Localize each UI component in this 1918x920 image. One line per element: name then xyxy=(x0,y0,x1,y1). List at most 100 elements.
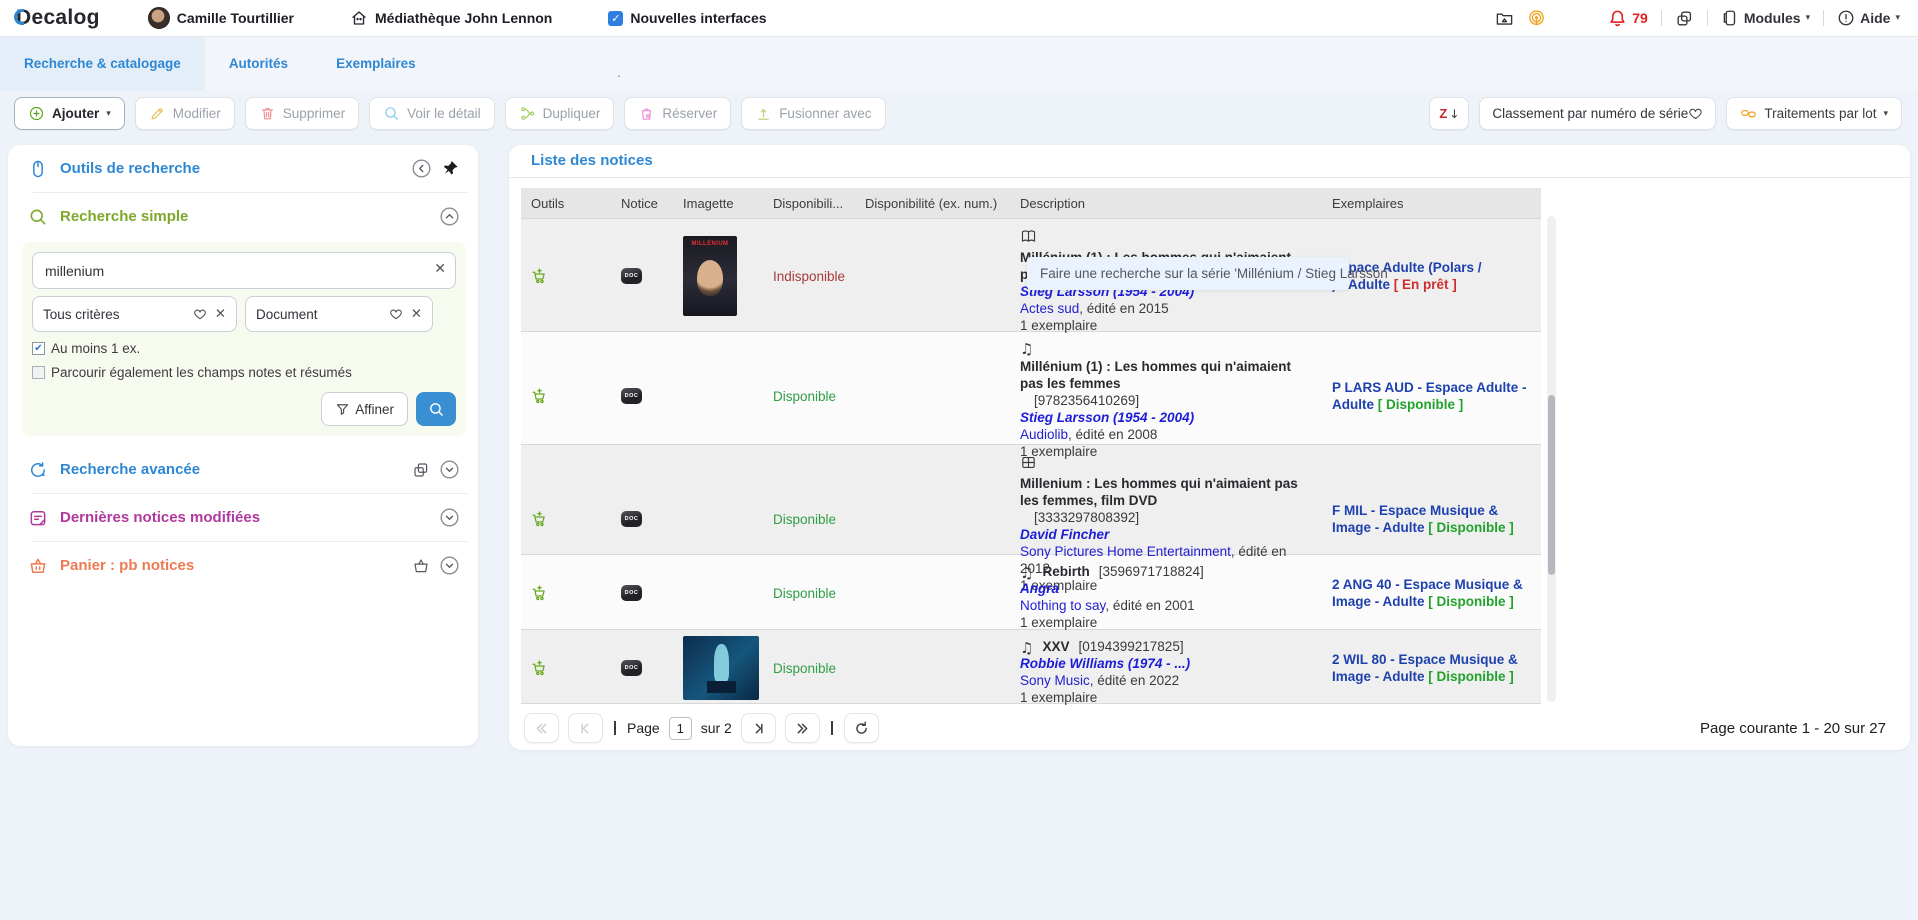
classement-dropdown[interactable]: Classement par numéro de série xyxy=(1479,97,1716,130)
modifier-button[interactable]: Modifier xyxy=(135,97,235,130)
doc-notice-icon[interactable]: DOC xyxy=(621,388,642,404)
app-logo[interactable]: Decalog xyxy=(14,6,100,30)
collapse-panel-icon[interactable] xyxy=(411,158,432,179)
dupliquer-button[interactable]: Dupliquer xyxy=(505,97,615,130)
help-icon xyxy=(1837,9,1855,27)
exemplaire-status: [ Disponible ] xyxy=(1428,669,1514,684)
sort-button[interactable]: Z↓ xyxy=(1429,97,1469,130)
record-publisher-link[interactable]: Nothing to say xyxy=(1020,598,1105,613)
refresh-button[interactable] xyxy=(844,713,879,743)
broadcast-icon[interactable] xyxy=(1527,9,1546,28)
library-selector[interactable]: Médiathèque John Lennon xyxy=(350,9,552,27)
copy-icon[interactable] xyxy=(412,461,430,479)
record-author-link[interactable]: Robbie Williams (1974 - ...) xyxy=(1020,655,1316,672)
user-menu[interactable]: Camille Tourtillier xyxy=(148,7,294,29)
fusionner-avec-button[interactable]: Fusionner avec xyxy=(741,97,885,130)
record-author-link[interactable]: Angra xyxy=(1020,580,1316,597)
user-name: Camille Tourtillier xyxy=(177,10,294,26)
availability-status: Disponible xyxy=(773,661,836,676)
music-icon: ♫ xyxy=(1020,640,1033,657)
add-to-cart-icon[interactable] xyxy=(531,388,548,405)
first-page-button[interactable] xyxy=(568,713,603,743)
music-icon: ♫ xyxy=(1020,565,1033,582)
copy-link-icon[interactable] xyxy=(1675,9,1694,28)
next-page-button[interactable] xyxy=(741,713,776,743)
table-row: DOC Disponible ♫XXV[0194399217825] Robbi… xyxy=(521,629,1541,704)
last-page-button[interactable] xyxy=(785,713,820,743)
availability-status: Indisponible xyxy=(773,269,845,284)
au-moins-1-ex-checkbox[interactable]: ✔ Au moins 1 ex. xyxy=(32,341,456,356)
vertical-scrollbar[interactable] xyxy=(1547,216,1556,702)
recherche-avancee-header[interactable]: Recherche avancée xyxy=(8,446,478,493)
clear-criteres-icon[interactable]: ✕ xyxy=(215,306,226,322)
availability-status: Disponible xyxy=(773,512,836,527)
add-to-cart-icon[interactable] xyxy=(531,268,548,285)
pin-icon[interactable] xyxy=(441,159,460,178)
affiner-button[interactable]: Affiner xyxy=(321,392,408,426)
record-copies: 1 exemplaire xyxy=(1020,614,1316,631)
record-author-link[interactable]: Stieg Larsson (1954 - 2004) xyxy=(1020,409,1316,426)
clear-search-icon[interactable]: ✕ xyxy=(434,261,446,277)
heart-icon[interactable] xyxy=(193,307,207,321)
folder-media-icon[interactable] xyxy=(1495,9,1514,28)
chevron-down-circle-icon[interactable] xyxy=(439,555,460,576)
traitements-par-lot-button[interactable]: Traitements par lot▾ xyxy=(1726,97,1902,130)
record-cover[interactable] xyxy=(683,636,759,700)
notifications-button[interactable]: 79 xyxy=(1608,9,1648,28)
record-cover[interactable]: MILLÉNIUM xyxy=(683,236,737,316)
voir-le-d-tail-button[interactable]: Voir le détail xyxy=(369,97,495,130)
document-select[interactable]: Document ✕ xyxy=(245,296,433,332)
recherche-simple-header[interactable]: Recherche simple xyxy=(8,193,478,240)
heart-icon[interactable] xyxy=(1688,106,1703,121)
doc-notice-icon[interactable]: DOC xyxy=(621,268,642,284)
tab-recherche-catalogage[interactable]: Recherche & catalogage xyxy=(0,37,205,90)
tab-autorit-s[interactable]: Autorités xyxy=(205,37,312,90)
modules-menu[interactable]: Modules▾ xyxy=(1721,9,1810,27)
record-author-link[interactable]: David Fincher xyxy=(1020,526,1316,543)
new-interfaces-toggle[interactable]: ✓ Nouvelles interfaces xyxy=(608,10,766,26)
duplicate-icon xyxy=(519,105,536,122)
add-to-cart-icon[interactable] xyxy=(531,585,548,602)
availability-status: Disponible xyxy=(773,389,836,404)
divider xyxy=(1661,10,1662,26)
affiner-label: Affiner xyxy=(355,402,394,417)
scrollbar-thumb[interactable] xyxy=(1548,395,1555,575)
parcourir-notes-checkbox[interactable]: Parcourir également les champs notes et … xyxy=(32,365,456,380)
record-isbn: [3596971718824] xyxy=(1099,563,1204,580)
record-publisher-link[interactable]: Audiolib xyxy=(1020,427,1068,442)
record-copies: 1 exemplaire xyxy=(1020,317,1316,334)
page-number-input[interactable] xyxy=(669,717,692,740)
supprimer-button[interactable]: Supprimer xyxy=(245,97,359,130)
rewind-page-button[interactable] xyxy=(524,713,559,743)
column-header: Notice xyxy=(611,196,673,211)
aide-label: Aide xyxy=(1860,10,1890,26)
clear-document-icon[interactable]: ✕ xyxy=(411,306,422,322)
aide-menu[interactable]: Aide▾ xyxy=(1837,9,1900,27)
panier-header[interactable]: Panier : pb notices xyxy=(8,542,478,589)
criteres-value: Tous critères xyxy=(43,307,120,322)
column-header: Exemplaires xyxy=(1322,196,1541,211)
basket-small-icon[interactable] xyxy=(412,557,430,575)
add-to-cart-icon[interactable] xyxy=(531,511,548,528)
search-submit-button[interactable] xyxy=(416,392,456,426)
new-interfaces-label: Nouvelles interfaces xyxy=(630,10,766,26)
chevron-down-circle-icon[interactable] xyxy=(439,507,460,528)
doc-notice-icon[interactable]: DOC xyxy=(621,585,642,601)
house-icon xyxy=(350,9,368,27)
doc-notice-icon[interactable]: DOC xyxy=(621,660,642,676)
dernieres-notices-header[interactable]: Dernières notices modifiées xyxy=(8,494,478,541)
heart-icon[interactable] xyxy=(389,307,403,321)
search-input[interactable] xyxy=(32,252,456,289)
chevron-down-circle-icon[interactable] xyxy=(439,459,460,480)
criteres-select[interactable]: Tous critères ✕ xyxy=(32,296,237,332)
r-server-button[interactable]: Réserver xyxy=(624,97,731,130)
record-publisher-link[interactable]: Sony Music xyxy=(1020,673,1090,688)
doc-notice-icon[interactable]: DOC xyxy=(621,511,642,527)
music-icon: ♫ xyxy=(1020,340,1033,358)
ajouter-button[interactable]: Ajouter▾ xyxy=(14,97,125,130)
record-publisher-link[interactable]: Actes sud xyxy=(1020,301,1079,316)
book-icon xyxy=(1020,227,1037,245)
chevron-up-circle-icon[interactable] xyxy=(439,206,460,227)
tab-exemplaires[interactable]: Exemplaires xyxy=(312,37,440,90)
add-to-cart-icon[interactable] xyxy=(531,660,548,677)
